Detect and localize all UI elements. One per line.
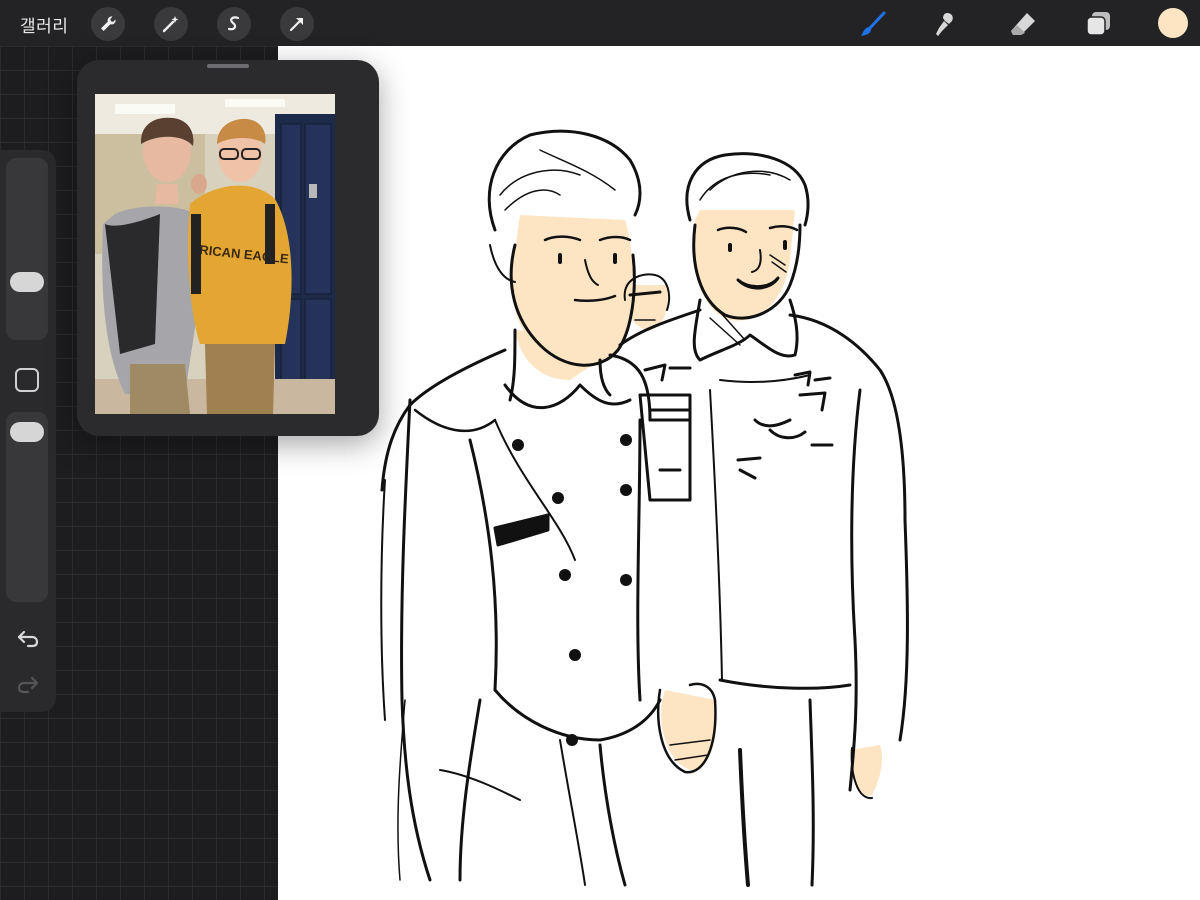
selection-icon[interactable]	[217, 7, 251, 41]
eraser-icon[interactable]	[1006, 7, 1040, 41]
redo-icon[interactable]	[14, 670, 42, 698]
reference-drag-handle[interactable]	[207, 64, 249, 68]
side-controls-bar	[0, 150, 56, 712]
undo-icon[interactable]	[14, 624, 42, 652]
smudge-icon[interactable]	[928, 7, 962, 41]
opacity-knob[interactable]	[10, 422, 44, 442]
reference-photo: RICAN EAGLE	[95, 94, 335, 414]
wrench-icon[interactable]	[91, 7, 125, 41]
modify-button[interactable]	[15, 368, 39, 392]
sketch-drawing	[380, 129, 909, 887]
transform-arrow-icon[interactable]	[280, 7, 314, 41]
layers-icon[interactable]	[1081, 7, 1115, 41]
magic-wand-icon[interactable]	[154, 7, 188, 41]
brush-size-slider[interactable]	[6, 158, 48, 340]
drawing-canvas[interactable]	[278, 46, 1200, 900]
brush-size-knob[interactable]	[10, 272, 44, 292]
brush-icon[interactable]	[856, 7, 890, 41]
gallery-button[interactable]: 갤러리	[20, 12, 68, 37]
reference-window[interactable]: RICAN EAGLE	[77, 60, 379, 436]
color-swatch[interactable]	[1158, 8, 1188, 38]
top-toolbar: 갤러리	[0, 0, 1200, 46]
